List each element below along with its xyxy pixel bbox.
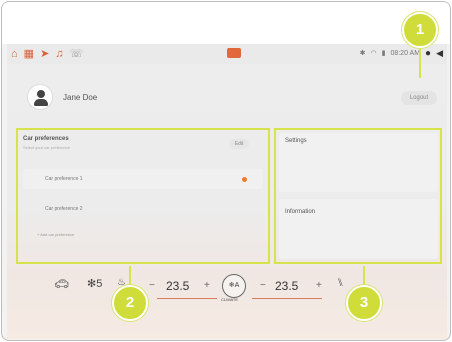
information-card[interactable] [279,199,438,259]
fan-icon: ✻ [87,278,97,290]
notification-icon[interactable] [227,48,241,58]
user-profile[interactable]: Jane Doe [27,84,97,110]
status-bar-left-icons: ⌂ ▦ ➤ ♫ ☏ [11,47,83,61]
logout-button[interactable]: Logout [401,91,437,105]
climate-label: CLIMATE [221,297,239,302]
left-temperature: 23.5 [166,279,190,293]
navigation-icon[interactable]: ➤ [40,47,49,61]
home-icon[interactable]: ⌂ [11,47,18,61]
active-indicator-icon [242,177,247,182]
wifi-icon: ◠ [370,50,377,57]
fan-speed[interactable]: ✻5 [87,277,102,290]
avatar [27,84,53,110]
car-preferences-subtitle: Select your car preference [23,145,70,150]
car-preference-item[interactable]: Car preference 1 [23,169,263,189]
screenshot-frame: ⌂ ▦ ➤ ♫ ☏ ✱ ◠ ▮ 08:20 AM ● ◀ Jane Doe Lo… [1,1,451,341]
music-icon[interactable]: ♫ [55,47,63,61]
right-temp-plus-button[interactable]: + [316,280,322,291]
climate-button[interactable]: ❄A [222,274,246,298]
right-temp-minus-button[interactable]: − [260,280,266,291]
signal-icon: ▮ [381,50,386,57]
car-preference-item[interactable]: Car preference 2 [23,199,263,219]
profile-status-icon[interactable]: ● [425,47,431,60]
callout-3: 3 [346,285,382,321]
phone-icon[interactable]: ☏ [70,47,84,61]
car-icon[interactable]: 🚗︎ [54,277,69,291]
fan-speed-value: 5 [96,278,103,290]
status-bar: ⌂ ▦ ➤ ♫ ☏ ✱ ◠ ▮ 08:20 AM ● ◀ [7,44,447,64]
infotainment-screen: ⌂ ▦ ➤ ♫ ☏ ✱ ◠ ▮ 08:20 AM ● ◀ Jane Doe Lo… [7,44,447,339]
right-temp-underline [252,298,322,299]
left-temp-underline [157,298,217,299]
car-preferences-title: Car preferences [23,136,69,142]
volume-icon[interactable]: ◀ [436,47,443,60]
callout-2: 2 [112,285,148,321]
left-temp-plus-button[interactable]: + [204,280,210,291]
settings-title: Settings [285,138,307,144]
apps-icon[interactable]: ▦ [24,47,34,61]
information-title: Information [285,209,316,215]
edit-button[interactable]: Edit [229,139,249,149]
profile-name: Jane Doe [63,92,98,102]
seat-icon[interactable]: ⑊ [337,277,344,289]
callout-1: 1 [402,12,438,48]
right-temperature: 23.5 [275,279,299,293]
add-car-preference-button[interactable]: + Add car preference [37,232,74,237]
left-temp-minus-button[interactable]: − [149,280,155,291]
bluetooth-icon: ✱ [359,50,366,57]
top-margin [2,2,450,44]
status-bar-right: ✱ ◠ ▮ 08:20 AM ● ◀ [360,47,443,60]
clock: 08:20 AM [390,50,421,57]
